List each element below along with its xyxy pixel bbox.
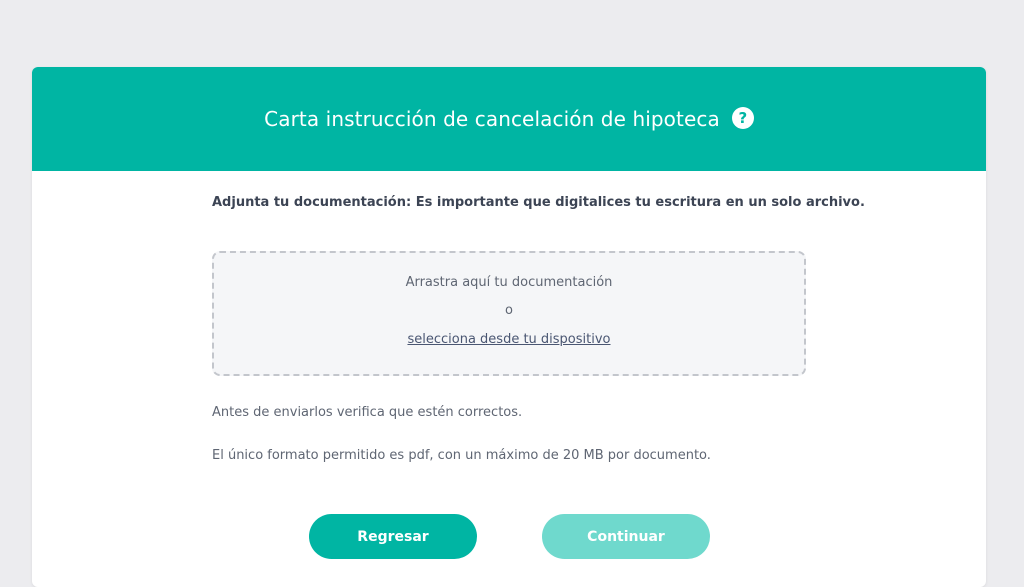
verify-note: Antes de enviarlos verifica que estén co… (212, 405, 523, 420)
format-note: El único formato permitido es pdf, con u… (212, 448, 711, 463)
dropzone-or-text: o (505, 303, 513, 318)
page-title: Carta instrucción de cancelación de hipo… (264, 107, 720, 131)
back-button[interactable]: Regresar (309, 514, 477, 559)
select-file-link[interactable]: selecciona desde tu dispositivo (214, 332, 804, 347)
help-icon[interactable]: ? (731, 107, 754, 129)
file-dropzone[interactable]: Arrastra aquí tu documentación o selecci… (212, 251, 806, 376)
instruction-text: Adjunta tu documentación: Es importante … (212, 195, 865, 210)
continue-button[interactable]: Continuar (542, 514, 710, 559)
upload-card: Carta instrucción de cancelación de hipo… (32, 67, 986, 587)
card-header: Carta instrucción de cancelación de hipo… (32, 67, 986, 171)
dropzone-drag-text: Arrastra aquí tu documentación (405, 275, 613, 290)
